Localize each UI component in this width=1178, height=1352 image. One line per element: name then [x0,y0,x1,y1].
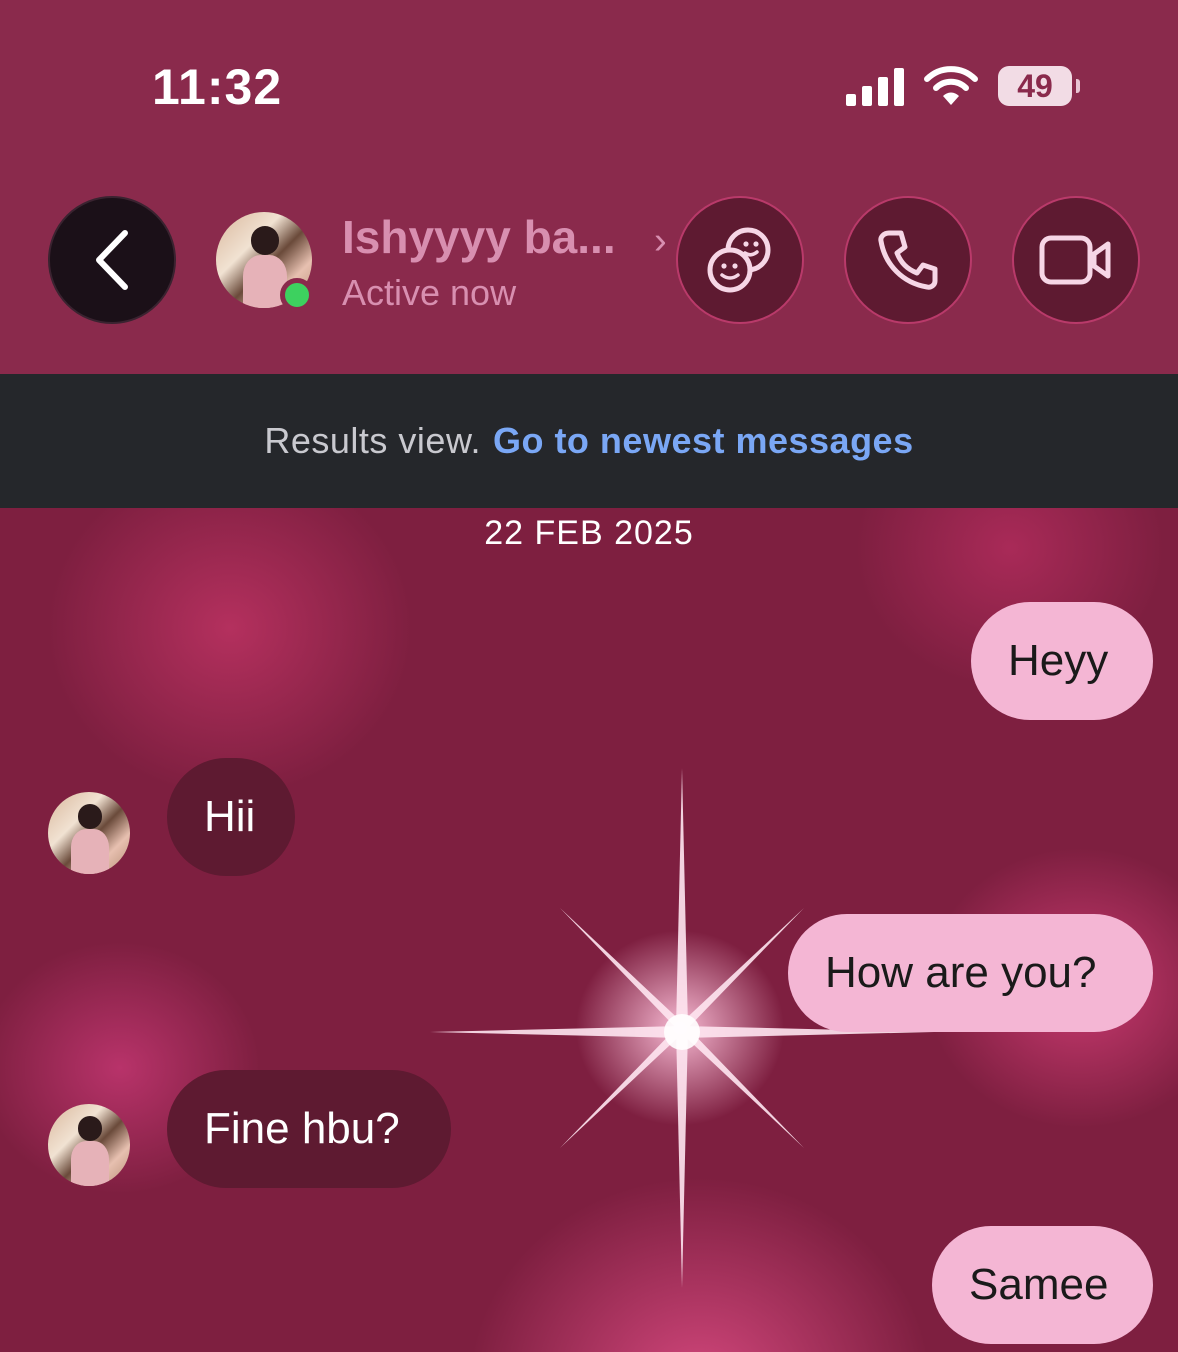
contact-status: Active now [342,272,517,313]
chat-header: 11:32 49 Ishyyyy ba... › Active now [0,0,1178,374]
back-button[interactable] [48,196,176,324]
message-bubble-outgoing[interactable]: How are you? [788,914,1153,1032]
sticker-button[interactable] [676,196,804,324]
results-view-banner: Results view. Go to newest messages [0,374,1178,508]
date-divider: 22 FEB 2025 [484,514,694,552]
video-camera-icon [1039,235,1111,285]
banner-text: Results view. [264,420,481,461]
online-status-dot [280,278,314,312]
wifi-icon [924,66,978,105]
message-bubble-outgoing[interactable]: Samee [932,1226,1153,1344]
chevron-right-icon[interactable]: › [654,220,667,263]
contact-avatar-small [48,1104,130,1186]
battery-level: 49 [1017,67,1053,104]
phone-icon [878,230,938,290]
battery-indicator: 49 [998,66,1080,106]
video-call-button[interactable] [1012,196,1140,324]
status-time: 11:32 [152,59,283,115]
contact-name[interactable]: Ishyyyy ba... [342,210,616,264]
chevron-left-icon [96,230,128,290]
go-to-newest-link[interactable]: Go to newest messages [493,420,914,462]
contact-avatar-small [48,792,130,874]
message-bubble-incoming[interactable]: Fine hbu? [167,1070,451,1188]
chat-thread[interactable]: 22 FEB 2025 Heyy Hii How are you? Fine h… [0,508,1178,1352]
message-bubble-incoming[interactable]: Hii [167,758,295,876]
cellular-signal-icon [846,68,904,106]
message-bubble-outgoing[interactable]: Heyy [971,602,1153,720]
call-button[interactable] [844,196,972,324]
sticker-icon [707,227,771,293]
